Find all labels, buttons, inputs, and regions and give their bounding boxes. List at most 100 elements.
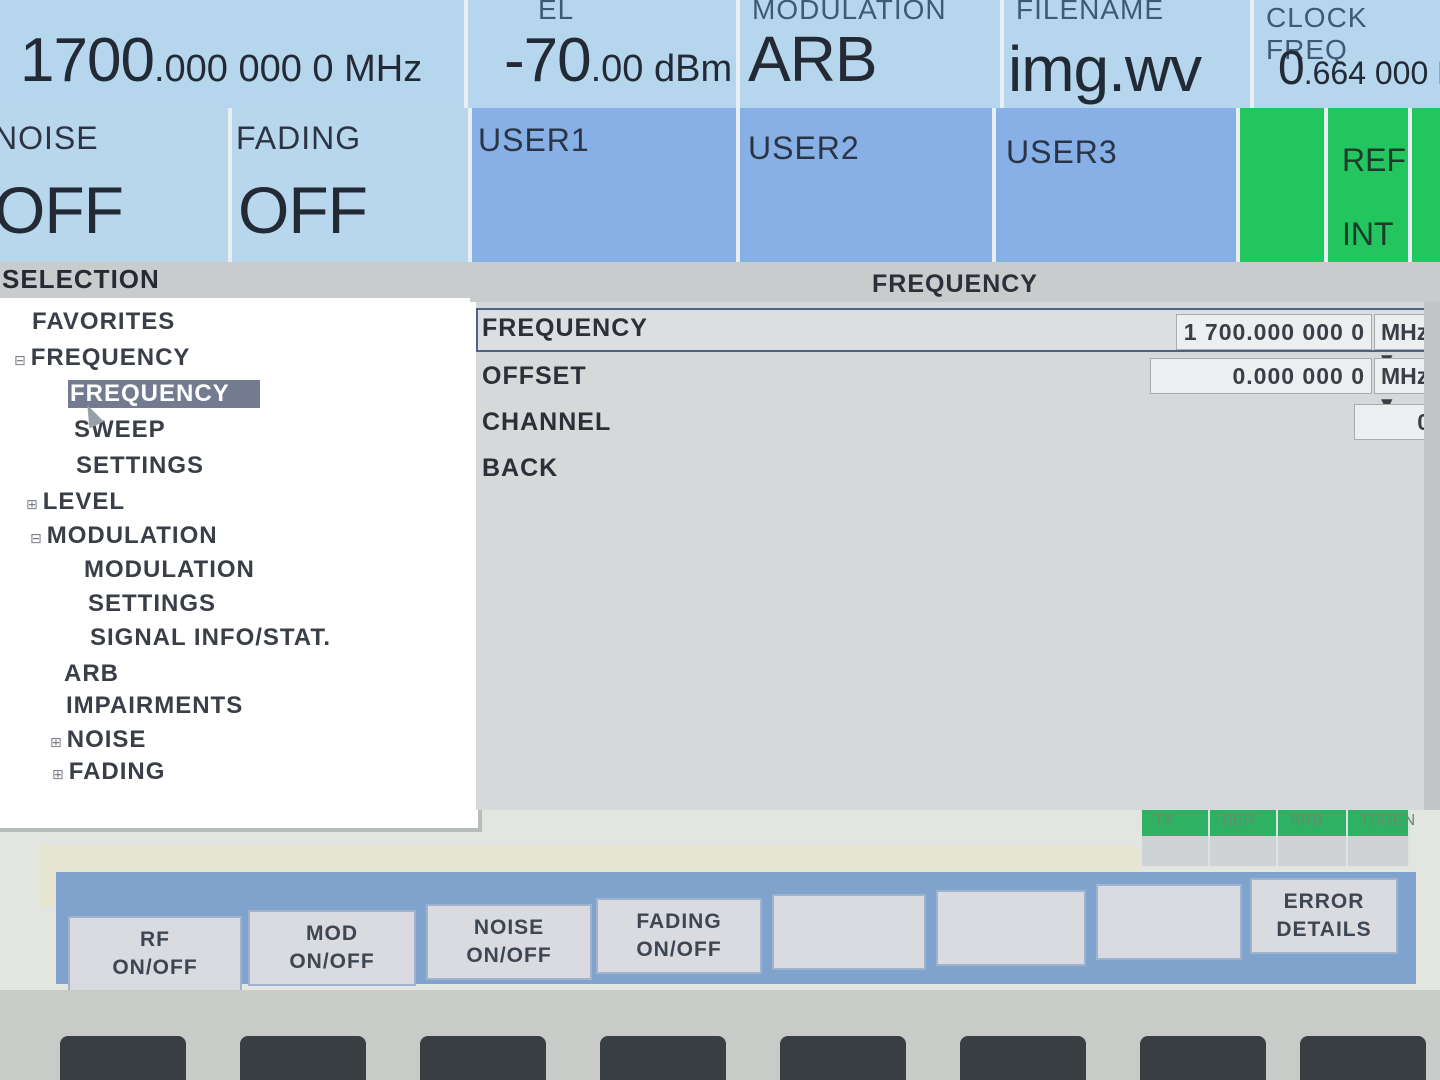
clock-frequency-display[interactable]: CLOCK FREQ 0.664 000 M — [1254, 0, 1440, 108]
panel-title: FREQUENCY — [470, 262, 1440, 302]
hardware-key[interactable] — [1300, 1036, 1426, 1080]
frequency-value: 1700.000 000 0 MHz — [20, 26, 423, 95]
tree-item-label: IMPAIRMENTS — [66, 692, 244, 719]
level-value: -70.00 dBm — [504, 26, 733, 95]
user3-block[interactable]: USER3 — [996, 108, 1240, 262]
tree-item-label: SETTINGS — [76, 452, 205, 479]
tree-item-noise[interactable]: ⊞ NOISE — [50, 726, 146, 754]
tree-item-modulation[interactable]: MODULATION — [84, 556, 255, 584]
tree-item-label: ARB — [64, 660, 119, 687]
noise-status-value: OFF — [0, 173, 124, 247]
tx-indicator-slot — [1142, 836, 1210, 866]
softkey-label-line2: ON/OFF — [289, 950, 375, 973]
tree-item-frequency[interactable]: ⊟ FREQUENCY — [14, 344, 190, 372]
softkey-noise-onoff[interactable]: NOISE ON/OFF — [426, 904, 592, 980]
tree-item-impairments[interactable]: IMPAIRMENTS — [66, 692, 243, 720]
noise-status-block[interactable]: NOISE OFF — [0, 108, 232, 262]
hardware-key[interactable] — [1140, 1036, 1266, 1080]
softkey-empty-7[interactable] — [1096, 884, 1242, 960]
expand-icon[interactable]: ⊞ — [52, 766, 65, 782]
softkey-error-details[interactable]: ERROR DETAILS — [1250, 878, 1398, 954]
tree-item-settings[interactable]: SETTINGS — [76, 452, 204, 480]
hardware-key[interactable] — [780, 1036, 906, 1080]
softkey-label-line1: ERROR — [1283, 890, 1365, 913]
user3-label: USER3 — [1006, 134, 1118, 170]
tree-item-label: MODULATION — [46, 522, 218, 549]
expand-icon[interactable]: ⊞ — [26, 496, 39, 512]
fading-status-label: FADING — [236, 120, 362, 156]
tsgen-indicator-slot — [1348, 836, 1410, 866]
softkey-label-line2: ON/OFF — [466, 944, 552, 967]
frequency-value-field[interactable]: 1 700.000 000 0 — [1176, 314, 1372, 350]
softkey-label-line1: NOISE — [473, 916, 545, 939]
softkey-label-line1: RF — [140, 928, 170, 951]
frequency-row-label: FREQUENCY — [482, 314, 648, 342]
hardware-key[interactable] — [60, 1036, 186, 1080]
ber-indicator: BER — [1210, 810, 1278, 836]
level-label: EL — [538, 0, 575, 25]
softkey-mod-onoff[interactable]: MOD ON/OFF — [248, 910, 416, 986]
ber-indicator-slot — [1210, 836, 1278, 866]
tree-item-label: FAVORITES — [32, 308, 176, 335]
user2-block[interactable]: USER2 — [740, 108, 996, 262]
tree-item-frequency[interactable]: FREQUENCY — [68, 380, 260, 408]
collapse-icon[interactable]: ⊟ — [30, 530, 43, 546]
level-display[interactable]: EL -70.00 dBm — [468, 0, 740, 108]
ref-value: INT — [1342, 216, 1394, 252]
hardware-key[interactable] — [600, 1036, 726, 1080]
frequency-settings-panel: FREQUENCY 1 700.000 000 0 MHz ▾ OFFSET 0… — [476, 302, 1440, 810]
tree-item-label: SIGNAL INFO/STAT. — [90, 624, 332, 651]
filename-label: FILENAME — [1016, 0, 1165, 25]
softkey-label-line2: DETAILS — [1276, 918, 1372, 941]
modulation-display[interactable]: MODULATION ARB — [740, 0, 1004, 108]
frequency-display[interactable]: 1700.000 000 0 MHz — [0, 0, 468, 108]
user1-label: USER1 — [478, 122, 590, 158]
tree-item-favorites[interactable]: FAVORITES — [32, 308, 175, 336]
offset-row-label: OFFSET — [482, 362, 587, 390]
softkey-empty-5[interactable] — [772, 894, 926, 970]
tree-item-label: NOISE — [66, 726, 147, 753]
softkey-label-line1: FADING — [636, 910, 722, 933]
tree-item-arb[interactable]: ARB — [64, 660, 119, 688]
softkey-label-line1: MOD — [306, 922, 358, 945]
tree-item-signal-info-stat[interactable]: SIGNAL INFO/STAT. — [90, 624, 331, 652]
softkey-rf-onoff[interactable]: RF ON/OFF — [68, 916, 242, 992]
back-row-label[interactable]: BACK — [482, 454, 558, 483]
user2-label: USER2 — [748, 130, 860, 166]
tree-item-label: MODULATION — [84, 556, 255, 583]
tree-item-settings[interactable]: SETTINGS — [88, 590, 216, 618]
ref-label: REF — [1342, 142, 1406, 178]
channel-row-label: CHANNEL — [482, 408, 612, 436]
fading-status-block[interactable]: FADING OFF — [232, 108, 472, 262]
green-status-block-edge — [1412, 108, 1440, 262]
filename-display[interactable]: FILENAME img.wv — [1004, 0, 1254, 108]
tree-item-label: FADING — [68, 758, 166, 785]
arb-indicator: ARB — [1278, 810, 1348, 836]
hardware-key[interactable] — [420, 1036, 546, 1080]
selection-title: SELECTION — [0, 262, 470, 298]
hardware-key[interactable] — [240, 1036, 366, 1080]
expand-icon[interactable]: ⊞ — [50, 734, 63, 750]
ref-status-block[interactable]: REF INT — [1328, 108, 1412, 262]
arb-indicator-slot — [1278, 836, 1348, 866]
offset-value-field[interactable]: 0.000 000 0 — [1150, 358, 1372, 394]
filename-value: img.wv — [1008, 33, 1202, 105]
noise-status-label: NOISE — [0, 120, 99, 156]
panel-scrollbar[interactable] — [1424, 302, 1440, 810]
tree-item-label: LEVEL — [42, 488, 126, 515]
instrument-screen: 1700.000 000 0 MHz EL -70.00 dBm MODULAT… — [0, 0, 1440, 1000]
softkey-fading-onoff[interactable]: FADING ON/OFF — [596, 898, 762, 974]
fading-status-value: OFF — [238, 173, 368, 247]
softkey-label-line2: ON/OFF — [636, 938, 722, 961]
tree-item-fading[interactable]: ⊞ FADING — [52, 758, 165, 786]
tree-item-modulation[interactable]: ⊟ MODULATION — [30, 522, 218, 550]
tree-item-label: SETTINGS — [88, 590, 217, 617]
hardware-key[interactable] — [960, 1036, 1086, 1080]
softkey-label-line2: ON/OFF — [112, 956, 198, 979]
collapse-icon[interactable]: ⊟ — [14, 352, 27, 368]
softkey-empty-6[interactable] — [936, 890, 1086, 966]
tree-item-label: FREQUENCY — [30, 344, 191, 371]
tsgen-indicator: TSGEN — [1348, 810, 1415, 836]
user1-block[interactable]: USER1 — [472, 108, 740, 262]
tree-item-level[interactable]: ⊞ LEVEL — [26, 488, 125, 516]
